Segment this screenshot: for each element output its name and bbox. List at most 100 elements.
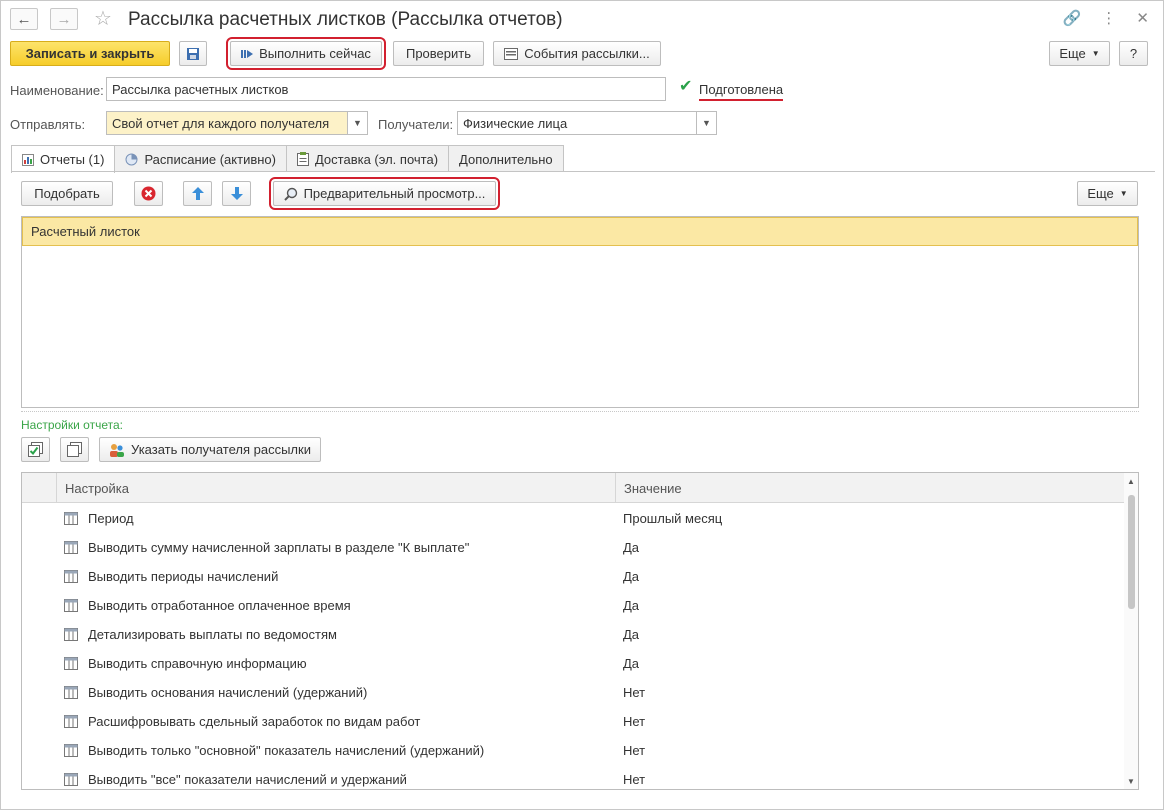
tab-reports[interactable]: Отчеты (1) xyxy=(11,145,116,173)
title-bar: ← → ☆ Рассылка расчетных листков (Рассыл… xyxy=(1,1,1163,37)
scroll-down-arrow-icon[interactable]: ▼ xyxy=(1127,777,1135,786)
setting-name: Выводить "все" показатели начислений и у… xyxy=(88,772,407,787)
setting-name: Выводить отработанное оплаченное время xyxy=(88,598,351,613)
tab-schedule[interactable]: Расписание (активно) xyxy=(114,145,287,172)
setting-value[interactable]: Нет xyxy=(623,772,645,787)
table-row[interactable]: Выводить "все" показатели начислений и у… xyxy=(22,765,1125,789)
favorite-star-icon[interactable]: ☆ xyxy=(94,6,112,31)
arrow-down-icon xyxy=(230,187,243,200)
save-button[interactable] xyxy=(179,41,207,66)
kebab-menu-icon[interactable]: ⋮ xyxy=(1101,9,1116,27)
recipients-label: Получатели: xyxy=(378,117,454,132)
clipboard-icon xyxy=(296,152,309,166)
table-row[interactable]: Выводить сумму начисленной зарплаты в ра… xyxy=(22,533,1125,562)
settings-table[interactable]: Настройка Значение Период Прошлый месяц Вы… xyxy=(21,472,1139,790)
vertical-scrollbar[interactable]: ▲ ▼ xyxy=(1124,473,1138,789)
name-label: Наименование: xyxy=(10,83,104,98)
table-row[interactable]: Выводить только "основной" показатель на… xyxy=(22,736,1125,765)
table-row[interactable]: Выводить периоды начислений Да xyxy=(22,562,1125,591)
setting-value[interactable]: Да xyxy=(623,598,639,613)
send-mode-value: Свой отчет для каждого получателя xyxy=(112,115,330,131)
delete-icon xyxy=(141,186,156,201)
check-button[interactable]: Проверить xyxy=(393,41,484,66)
prepared-checkbox[interactable]: ✔ xyxy=(679,79,694,95)
run-now-button[interactable]: Выполнить сейчас xyxy=(226,37,386,70)
setting-value[interactable]: Нет xyxy=(623,685,645,700)
save-and-close-button[interactable]: Записать и закрыть xyxy=(10,41,170,66)
magnifier-icon xyxy=(283,187,297,201)
setting-table-icon xyxy=(64,541,78,554)
chevron-down-icon[interactable]: ▼ xyxy=(347,112,367,134)
clock-icon xyxy=(125,153,138,165)
more-label: Еще xyxy=(1059,46,1086,61)
scroll-up-arrow-icon[interactable]: ▲ xyxy=(1127,477,1135,486)
floppy-disk-icon xyxy=(187,47,199,60)
table-row[interactable]: Выводить основания начислений (удержаний… xyxy=(22,678,1125,707)
tab-additional-label: Дополнительно xyxy=(459,151,553,167)
tab-additional[interactable]: Дополнительно xyxy=(448,145,564,172)
move-down-button[interactable] xyxy=(222,181,251,206)
column-header-setting[interactable]: Настройка xyxy=(56,473,615,503)
more-button[interactable]: Еще ▼ xyxy=(1049,41,1110,66)
send-label: Отправлять: xyxy=(10,117,86,132)
setting-value[interactable]: Да xyxy=(623,627,639,642)
preview-button[interactable]: Предварительный просмотр... xyxy=(269,177,500,210)
link-icon[interactable]: 🔗 xyxy=(1063,9,1082,27)
setting-table-icon xyxy=(64,599,78,612)
splitter[interactable] xyxy=(21,411,1139,412)
uncheck-all-button[interactable] xyxy=(60,437,89,462)
form-window: ← → ☆ Рассылка расчетных листков (Рассыл… xyxy=(0,0,1164,810)
setting-table-icon xyxy=(64,657,78,670)
chevron-down-icon[interactable]: ▼ xyxy=(696,112,716,134)
preview-label: Предварительный просмотр... xyxy=(303,186,486,201)
reports-list[interactable]: Расчетный листок xyxy=(21,216,1139,408)
setting-table-icon xyxy=(64,686,78,699)
back-arrow-icon[interactable]: ← xyxy=(10,8,38,30)
prepared-label: Подготовлена xyxy=(699,82,784,101)
check-all-button[interactable] xyxy=(21,437,50,462)
reports-more-label: Еще xyxy=(1087,186,1114,201)
tab-delivery[interactable]: Доставка (эл. почта) xyxy=(285,145,450,172)
setting-value[interactable]: Прошлый месяц xyxy=(623,511,722,526)
run-now-label: Выполнить сейчас xyxy=(259,46,371,61)
set-recipient-button[interactable]: Указать получателя рассылки xyxy=(99,437,321,462)
setting-value[interactable]: Да xyxy=(623,656,639,671)
table-row[interactable]: Период Прошлый месяц xyxy=(22,504,1125,533)
set-recipient-label: Указать получателя рассылки xyxy=(131,442,311,457)
mailing-events-label: События рассылки... xyxy=(524,46,650,61)
mailing-events-button[interactable]: События рассылки... xyxy=(493,41,661,66)
setting-value[interactable]: Нет xyxy=(623,714,645,729)
column-header-value[interactable]: Значение xyxy=(615,473,1125,503)
list-item[interactable]: Расчетный листок xyxy=(22,217,1138,246)
setting-value[interactable]: Да xyxy=(623,540,639,555)
setting-name: Период xyxy=(88,511,134,526)
table-row[interactable]: Выводить отработанное оплаченное время Да xyxy=(22,591,1125,620)
window-tools: 🔗 ⋮ ✕ xyxy=(1063,9,1149,27)
setting-name: Выводить основания начислений (удержаний… xyxy=(88,685,368,700)
scroll-thumb[interactable] xyxy=(1128,495,1135,609)
uncheck-all-icon xyxy=(67,442,82,457)
report-icon xyxy=(22,153,34,166)
setting-table-icon xyxy=(64,512,78,525)
recipients-select[interactable]: Физические лица ▼ xyxy=(457,111,717,135)
send-mode-select[interactable]: Свой отчет для каждого получателя ▼ xyxy=(106,111,368,135)
table-row[interactable]: Выводить справочную информацию Да xyxy=(22,649,1125,678)
reports-more-button[interactable]: Еще ▼ xyxy=(1077,181,1138,206)
setting-value[interactable]: Нет xyxy=(623,743,645,758)
table-row[interactable]: Расшифровывать сдельный заработок по вид… xyxy=(22,707,1125,736)
setting-name: Выводить справочную информацию xyxy=(88,656,307,671)
help-button[interactable]: ? xyxy=(1119,41,1148,66)
chevron-down-icon: ▼ xyxy=(1119,189,1128,198)
table-row[interactable]: Детализировать выплаты по ведомостям Да xyxy=(22,620,1125,649)
name-field[interactable]: Рассылка расчетных листков xyxy=(106,77,666,101)
setting-name: Выводить только "основной" показатель на… xyxy=(88,743,485,758)
close-icon[interactable]: ✕ xyxy=(1136,9,1149,27)
move-up-button[interactable] xyxy=(183,181,212,206)
tab-schedule-label: Расписание (активно) xyxy=(144,151,276,167)
forward-arrow-icon[interactable]: → xyxy=(50,8,78,30)
delete-button[interactable] xyxy=(134,181,163,206)
pick-button[interactable]: Подобрать xyxy=(21,181,113,206)
play-icon xyxy=(241,49,254,58)
settings-caption: Настройки отчета: xyxy=(21,418,123,432)
setting-value[interactable]: Да xyxy=(623,569,639,584)
